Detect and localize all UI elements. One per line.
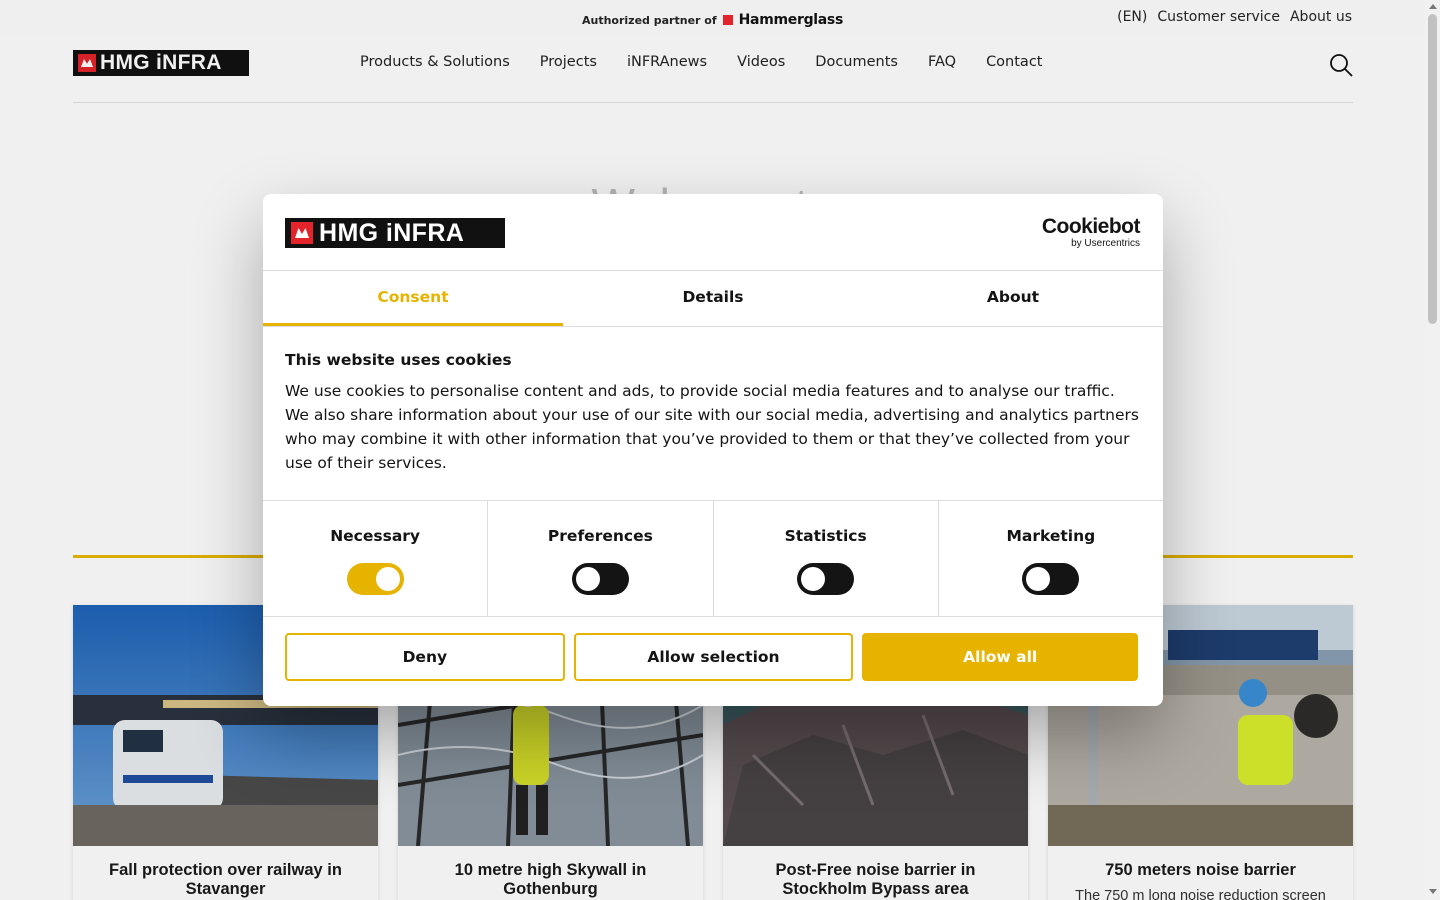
tab-about[interactable]: About xyxy=(863,271,1163,326)
category-marketing: Marketing xyxy=(939,501,1163,616)
statistics-toggle[interactable] xyxy=(797,563,855,595)
partner-prefix: Authorized partner of xyxy=(582,13,717,27)
category-label: Necessary xyxy=(330,527,421,545)
preferences-toggle[interactable] xyxy=(571,563,629,595)
allow-all-button[interactable]: Allow all xyxy=(862,633,1139,681)
marketing-toggle[interactable] xyxy=(1022,563,1080,595)
category-label: Marketing xyxy=(1006,527,1096,545)
hmg-logo-icon xyxy=(291,222,313,244)
dialog-tabs: Consent Details About xyxy=(263,271,1163,327)
top-bar: Authorized partner of Hammerglass (EN) C… xyxy=(0,0,1425,35)
category-necessary: Necessary xyxy=(263,501,489,616)
category-label: Preferences xyxy=(547,527,653,545)
about-us-link[interactable]: About us xyxy=(1290,9,1352,25)
category-preferences: Preferences xyxy=(488,501,714,616)
necessary-toggle[interactable] xyxy=(346,563,404,595)
allow-selection-button[interactable]: Allow selection xyxy=(573,633,854,681)
scroll-down-arrow-icon[interactable] xyxy=(1429,889,1437,894)
dialog-logo-text: HMG iNFRA xyxy=(319,218,465,247)
cookiebot-name: Cookiebot xyxy=(1041,215,1141,238)
tab-consent[interactable]: Consent xyxy=(263,271,563,326)
dialog-body: This website uses cookies We use cookies… xyxy=(263,327,1163,501)
deny-button[interactable]: Deny xyxy=(285,633,565,681)
cookie-consent-dialog: HMG iNFRA Cookiebot by Usercentrics Cons… xyxy=(263,194,1163,706)
cookie-categories: Necessary Preferences Statistics Marketi… xyxy=(263,501,1163,617)
hammerglass-logo-text: Hammerglass xyxy=(738,12,844,28)
category-statistics: Statistics xyxy=(714,501,939,616)
scroll-thumb[interactable] xyxy=(1428,14,1437,324)
category-label: Statistics xyxy=(784,527,867,545)
customer-service-link[interactable]: Customer service xyxy=(1157,9,1280,25)
page-scrollbar[interactable] xyxy=(1425,0,1440,900)
dialog-logo: HMG iNFRA xyxy=(285,218,505,248)
tab-details[interactable]: Details xyxy=(563,271,863,326)
language-selector[interactable]: (EN) xyxy=(1117,9,1147,25)
dialog-heading: This website uses cookies xyxy=(285,351,512,369)
partner-note[interactable]: Authorized partner of Hammerglass xyxy=(582,12,843,28)
dialog-buttons: Deny Allow selection Allow all xyxy=(263,617,1163,681)
dialog-text: We use cookies to personalise content an… xyxy=(285,382,1139,472)
cookiebot-logo[interactable]: Cookiebot by Usercentrics xyxy=(1041,215,1141,250)
dialog-header: HMG iNFRA Cookiebot by Usercentrics xyxy=(263,194,1163,271)
cookiebot-sub: by Usercentrics xyxy=(1071,238,1140,249)
hammerglass-logo-icon xyxy=(722,15,733,25)
top-links: (EN) Customer service About us xyxy=(1117,9,1352,25)
scroll-up-arrow-icon[interactable] xyxy=(1429,4,1437,9)
